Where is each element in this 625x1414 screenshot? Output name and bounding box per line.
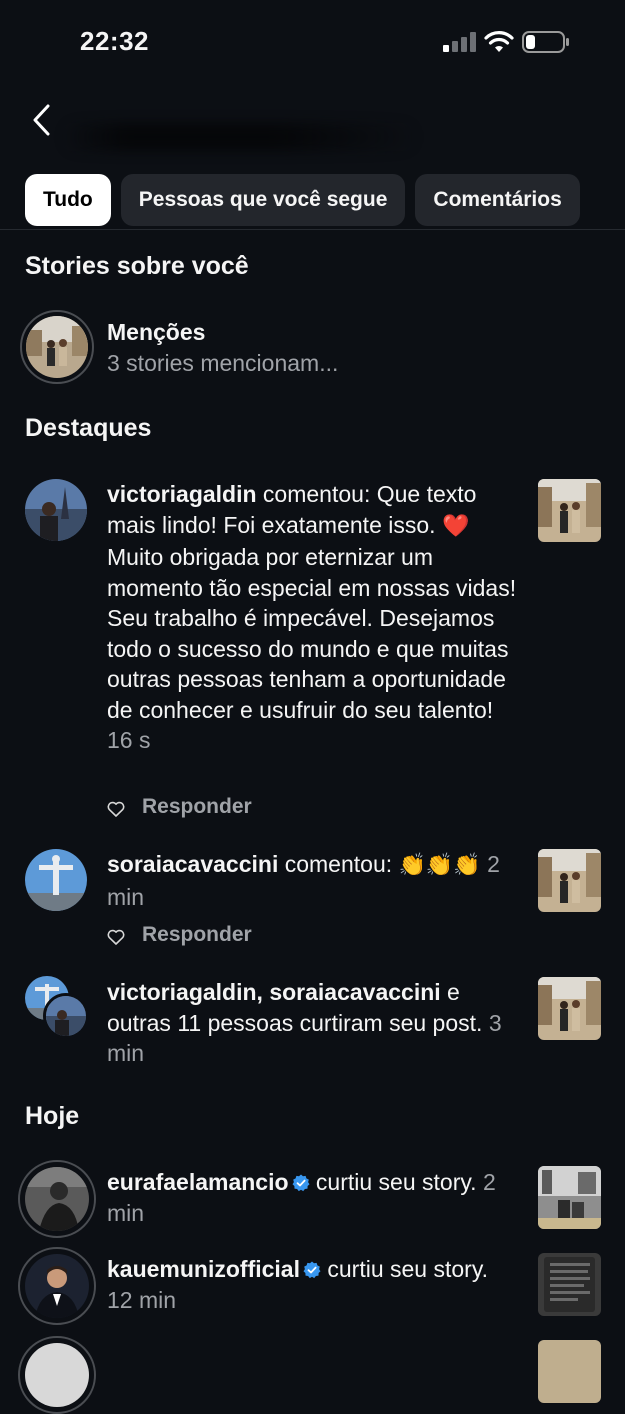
username[interactable]: soraiacavaccini bbox=[107, 851, 278, 877]
clapping-hands-emoji: 👏👏👏 bbox=[398, 853, 481, 878]
username[interactable]: eurafaelamancio bbox=[107, 1169, 289, 1195]
post-photo-icon bbox=[538, 479, 601, 542]
likes-text: victoriagaldin, soraiacavaccini e outras… bbox=[107, 979, 502, 1066]
post-thumbnail[interactable] bbox=[538, 977, 601, 1040]
avatar-eurafaelamancio[interactable] bbox=[25, 1167, 89, 1231]
avatar-victoriagaldin[interactable] bbox=[25, 479, 87, 541]
section-heading-today: Hoje bbox=[25, 1102, 80, 1130]
story-like-1-text: eurafaelamancio curtiu seu story. 2 min bbox=[107, 1169, 496, 1226]
section-heading-stories: Stories sobre você bbox=[25, 252, 249, 280]
wifi-icon bbox=[484, 31, 514, 52]
battery-icon bbox=[522, 31, 569, 53]
tab-all[interactable]: Tudo bbox=[25, 174, 111, 226]
story-thumbnail[interactable] bbox=[538, 1166, 601, 1229]
like-heart-icon[interactable] bbox=[107, 929, 125, 945]
avatar-soraiacavaccini[interactable] bbox=[25, 849, 87, 911]
back-chevron-icon[interactable] bbox=[28, 103, 56, 137]
profile-photo-icon bbox=[25, 479, 87, 541]
story-thumbnail[interactable] bbox=[538, 1253, 601, 1316]
avatar-kauemunizofficial[interactable] bbox=[25, 1254, 89, 1318]
username[interactable]: victoriagaldin bbox=[107, 481, 257, 507]
reply-button[interactable]: Responder bbox=[142, 795, 252, 819]
tab-comments[interactable]: Comentários bbox=[415, 174, 580, 226]
timestamp: 16 s bbox=[107, 727, 151, 753]
status-bar: 22:32 bbox=[0, 0, 625, 80]
section-heading-highlights: Destaques bbox=[25, 414, 152, 442]
mentions-subtitle: 3 stories mencionam... bbox=[107, 350, 339, 376]
mentions-avatar bbox=[26, 316, 88, 378]
verified-badge-icon bbox=[292, 1174, 310, 1192]
comment-2-text: soraiacavaccini comentou: 👏👏👏 2 min bbox=[107, 851, 500, 910]
post-thumbnail[interactable] bbox=[538, 479, 601, 542]
story-like-2-text: kauemunizofficial curtiu seu story. 12 m… bbox=[107, 1256, 489, 1313]
blurred-title bbox=[60, 123, 420, 151]
profile-photo-icon bbox=[46, 996, 86, 1036]
story-photo-icon bbox=[538, 1166, 601, 1229]
timestamp: 12 min bbox=[107, 1286, 177, 1313]
avatar-partial[interactable] bbox=[25, 1343, 89, 1407]
cellular-signal-icon bbox=[443, 32, 476, 52]
verified-badge-icon bbox=[303, 1261, 321, 1279]
profile-photo-icon bbox=[25, 849, 87, 911]
username[interactable]: kauemunizofficial bbox=[107, 1256, 300, 1282]
mentions-title: Menções bbox=[107, 319, 206, 345]
reply-button[interactable]: Responder bbox=[142, 923, 252, 947]
red-heart-emoji: ❤️ bbox=[441, 513, 470, 539]
couple-photo-icon bbox=[26, 316, 88, 378]
post-thumbnail[interactable] bbox=[538, 1340, 601, 1403]
profile-photo-icon bbox=[25, 1254, 89, 1318]
comment-1-text: victoriagaldin comentou: Que texto mais … bbox=[107, 481, 517, 753]
filter-tabs: Tudo Pessoas que você segue Comentários bbox=[25, 174, 625, 226]
story-photo-icon bbox=[538, 1253, 601, 1316]
post-thumbnail[interactable] bbox=[538, 849, 601, 912]
usernames[interactable]: victoriagaldin, soraiacavaccini bbox=[107, 979, 441, 1005]
top-navigation bbox=[0, 95, 625, 151]
post-photo-icon bbox=[538, 977, 601, 1040]
post-photo-icon bbox=[538, 849, 601, 912]
like-heart-icon[interactable] bbox=[107, 801, 125, 817]
status-time: 22:32 bbox=[80, 26, 149, 56]
tabs-divider bbox=[0, 229, 625, 230]
profile-photo-icon bbox=[25, 1167, 89, 1231]
avatar-victoriagaldin-small[interactable] bbox=[43, 993, 89, 1039]
tab-people-you-follow[interactable]: Pessoas que você segue bbox=[120, 174, 406, 226]
